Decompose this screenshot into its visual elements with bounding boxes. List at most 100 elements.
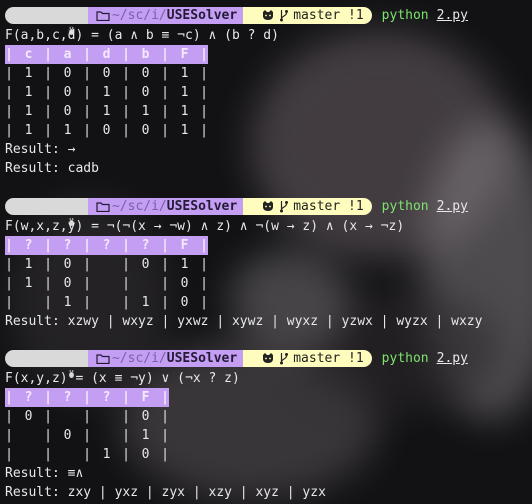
table-cell: 0 [63, 276, 72, 291]
table-cell: 0 [141, 447, 150, 462]
header-cell: a [52, 45, 83, 64]
header-cell: F [169, 236, 200, 255]
table-cell: 1 [102, 447, 111, 462]
table-row: | 1 | 1 | 0 | 0 | 1 | [5, 123, 208, 138]
command-python: python [381, 351, 429, 366]
table-cell: 0 [141, 66, 150, 81]
table-cell: 0 [63, 104, 72, 119]
table-cell: 0 [63, 85, 72, 100]
table-header-row: |? |? |? | F | [5, 388, 169, 407]
path-segment: ~/sc/i/USESolver [87, 7, 253, 24]
git-status: !1 [348, 8, 364, 23]
path-current-dir: USESolver [166, 8, 238, 23]
result-line: Result: → [5, 142, 76, 157]
table-cell: 1 [180, 85, 189, 100]
table-row: | 1 | 0 | 1 | 1 | 1 | [5, 104, 208, 119]
table-cell [52, 445, 83, 464]
terminal-output[interactable]: ~/sc/i/USESolver master !1 python 2.py F… [0, 0, 532, 504]
table-cell [13, 293, 44, 312]
table-row: | 1 | 0 | 0 | 0 | 1 | [5, 66, 208, 81]
github-icon [263, 10, 274, 20]
git-segment: master !1 [243, 350, 372, 367]
table-cell [91, 407, 122, 426]
formula-line: F(w,x,z,y) = ¬(¬(x → ¬w) ∧ z) ∧ ¬(w → z)… [5, 219, 405, 234]
path-segment: ~/sc/i/USESolver [87, 350, 253, 367]
git-branch-name: master [293, 199, 341, 214]
table-cell: 1 [180, 104, 189, 119]
shell-prompt: ~/sc/i/USESolver master !1 python 2.py [5, 197, 468, 227]
header-cell: ? [52, 388, 83, 407]
table-cell: 1 [180, 66, 189, 81]
table-cell: 1 [24, 276, 33, 291]
table-cell: 1 [63, 123, 72, 138]
git-status: !1 [348, 199, 364, 214]
path-dim: ~/sc/i/ [111, 8, 167, 23]
table-cell: 0 [180, 295, 189, 310]
result-line: Result: cadb [5, 161, 99, 176]
table-row: | 1 | 0 | | 0 | 1 | [5, 255, 208, 274]
table-cell: 1 [24, 257, 33, 272]
header-cell: F [169, 45, 200, 64]
table-cell: 0 [63, 428, 72, 443]
header-cell: c [13, 45, 44, 64]
table-cell [91, 255, 122, 274]
table-cell: 1 [24, 123, 33, 138]
command-file-link[interactable]: 2.py [437, 349, 468, 368]
table-row: | 1 | 0 | 1 | 0 | 1 | [5, 85, 208, 100]
table-row: | 0 | | | 0 | [5, 407, 169, 426]
table-cell: 0 [141, 409, 150, 424]
table-cell: 1 [24, 104, 33, 119]
command-python: python [381, 199, 429, 214]
table-cell: 1 [141, 428, 150, 443]
formula-line: F(a,b,c,d) = (a ∧ b ≡ ¬c) ∧ (b ? d) [5, 28, 279, 43]
table-cell: 0 [24, 409, 33, 424]
truth-table: |? |? |? |? | F | | 1 | 0 | | 0 | 1 | | 1 | 0 |… [5, 236, 208, 312]
table-row: | 1 | 0 | | | 0 | [5, 274, 208, 293]
os-segment [5, 350, 88, 379]
table-cell: 1 [180, 123, 189, 138]
git-segment: master !1 [243, 7, 372, 24]
header-cell: ? [13, 236, 44, 255]
table-cell: 1 [102, 104, 111, 119]
table-cell: 1 [24, 85, 33, 100]
table-header-row: | c | a | d | b | F | [5, 45, 208, 64]
table-cell: 0 [180, 276, 189, 291]
git-branch-icon [280, 353, 289, 365]
table-cell: 1 [141, 104, 150, 119]
os-segment [5, 7, 88, 36]
path-dim: ~/sc/i/ [111, 199, 167, 214]
table-cell [91, 293, 122, 312]
table-cell: 0 [63, 66, 72, 81]
path-segment: ~/sc/i/USESolver [87, 198, 253, 215]
git-segment: master !1 [243, 198, 372, 215]
command-python: python [381, 8, 429, 23]
table-header-row: |? |? |? |? | F | [5, 236, 208, 255]
folder-icon [96, 10, 110, 21]
github-icon [263, 201, 274, 211]
table-cell: 0 [102, 123, 111, 138]
git-branch-icon [280, 10, 289, 22]
header-cell: ? [52, 236, 83, 255]
header-cell: ? [91, 236, 122, 255]
table-cell: 1 [141, 295, 150, 310]
table-cell [13, 445, 44, 464]
table-cell [130, 274, 161, 293]
command-file-link[interactable]: 2.py [437, 6, 468, 25]
table-cell [91, 426, 122, 445]
table-cell: 1 [63, 295, 72, 310]
table-cell: 0 [141, 257, 150, 272]
result-line: Result: zxy | yxz | zyx | xzy | xyz | yz… [5, 485, 326, 500]
table-cell: 0 [102, 66, 111, 81]
table-cell: 1 [24, 66, 33, 81]
git-status: !1 [348, 351, 364, 366]
folder-icon [96, 201, 110, 212]
path-current-dir: USESolver [166, 199, 238, 214]
shell-prompt: ~/sc/i/USESolver master !1 python 2.py [5, 6, 468, 36]
path-current-dir: USESolver [166, 351, 238, 366]
shell-prompt: ~/sc/i/USESolver master !1 python 2.py [5, 349, 468, 379]
table-row: | | 1 | | 1 | 0 | [5, 293, 208, 312]
os-segment [5, 198, 88, 227]
table-cell: 0 [141, 85, 150, 100]
command-file-link[interactable]: 2.py [437, 197, 468, 216]
table-cell [52, 407, 83, 426]
